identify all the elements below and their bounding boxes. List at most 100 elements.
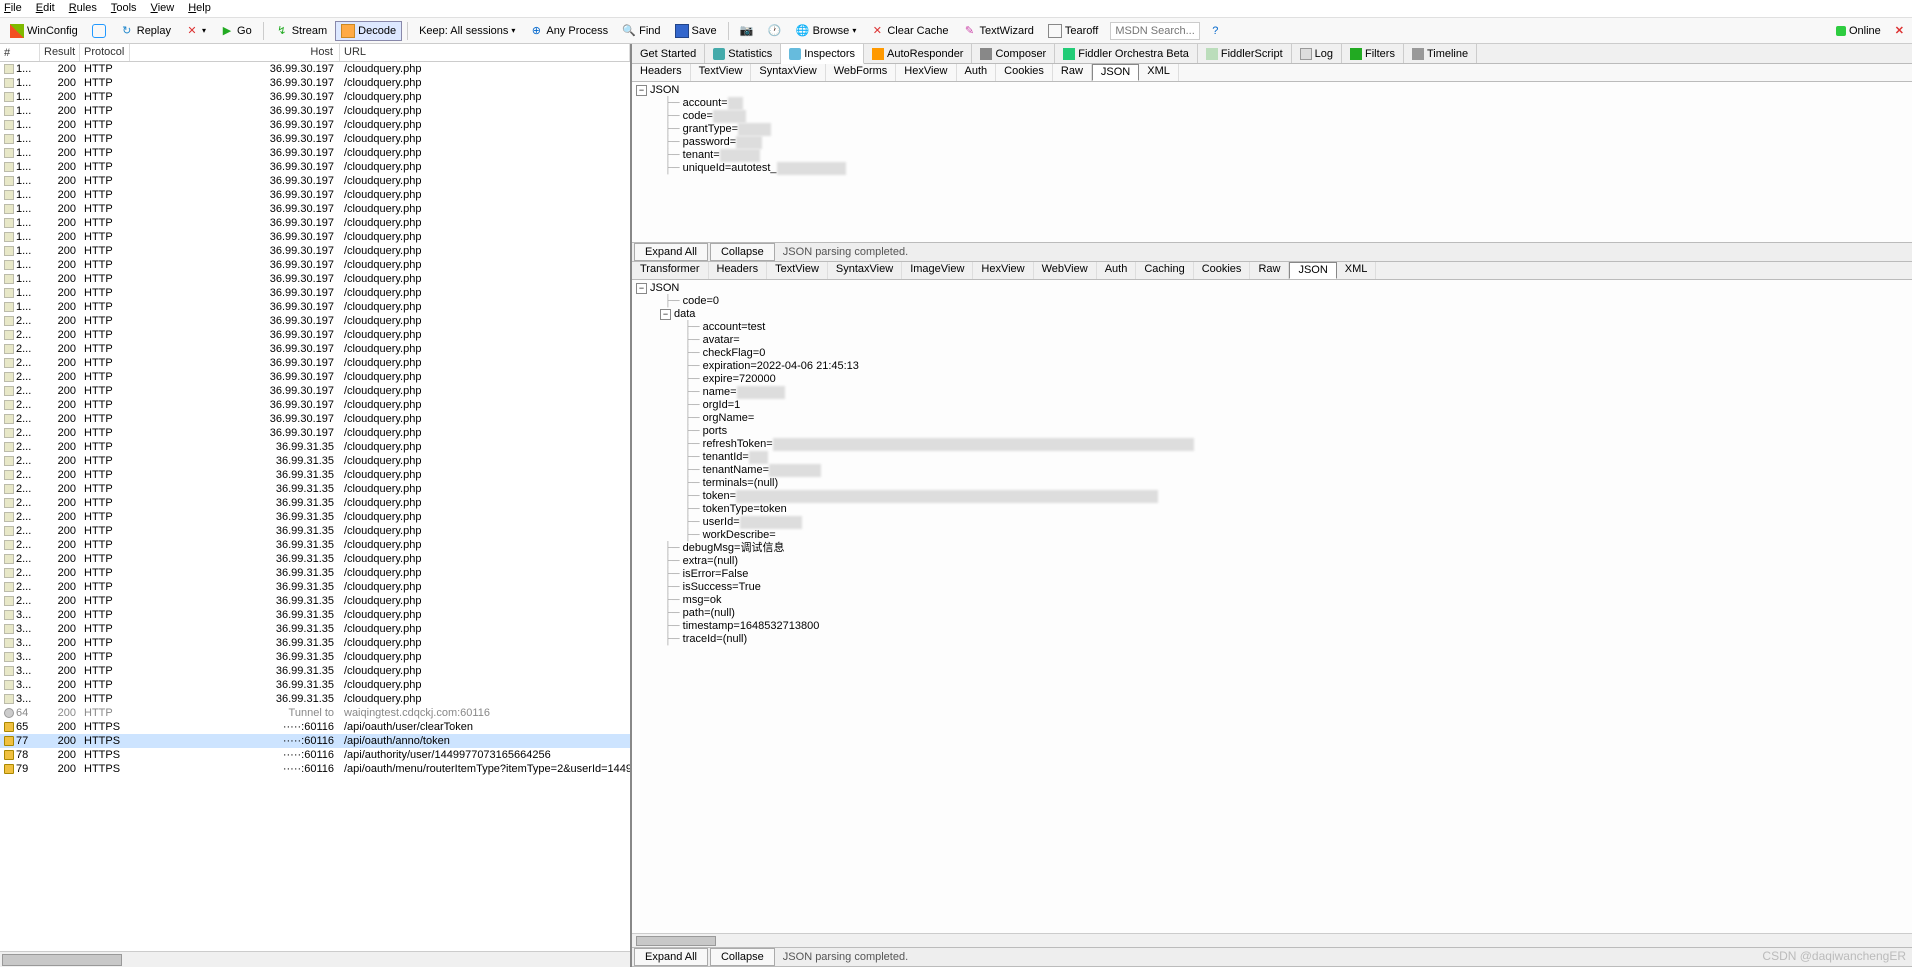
- go-button[interactable]: ▶Go: [214, 21, 258, 41]
- resptab-xml[interactable]: XML: [1337, 262, 1377, 279]
- tab-composer[interactable]: Composer: [972, 44, 1055, 63]
- session-row[interactable]: 1...200HTTP36.99.30.197/cloudquery.php: [0, 146, 630, 160]
- reqtab-cookies[interactable]: Cookies: [996, 64, 1053, 81]
- session-row[interactable]: 2...200HTTP36.99.31.35/cloudquery.php: [0, 510, 630, 524]
- request-json-pane[interactable]: −JSON├─ account=···├─ code=········├─ gr…: [632, 82, 1912, 242]
- session-row[interactable]: 65200HTTPS·····:60116/api/oauth/user/cle…: [0, 720, 630, 734]
- reqtab-xml[interactable]: XML: [1139, 64, 1179, 81]
- response-json-pane[interactable]: −JSON├─ code=0−data├─ account=test├─ ava…: [632, 280, 1912, 933]
- reqtab-syntaxview[interactable]: SyntaxView: [751, 64, 825, 81]
- anyprocess-button[interactable]: ⊕Any Process: [523, 21, 614, 41]
- session-row[interactable]: 1...200HTTP36.99.30.197/cloudquery.php: [0, 76, 630, 90]
- reqtab-webforms[interactable]: WebForms: [826, 64, 897, 81]
- session-row[interactable]: 78200HTTPS·····:60116/api/authority/user…: [0, 748, 630, 762]
- session-row[interactable]: 1...200HTTP36.99.30.197/cloudquery.php: [0, 286, 630, 300]
- tab-log[interactable]: Log: [1292, 44, 1342, 63]
- session-row[interactable]: 2...200HTTP36.99.31.35/cloudquery.php: [0, 552, 630, 566]
- session-row[interactable]: 3...200HTTP36.99.31.35/cloudquery.php: [0, 692, 630, 706]
- browse-button[interactable]: 🌐Browse▾: [790, 21, 863, 41]
- tab-timeline[interactable]: Timeline: [1404, 44, 1477, 63]
- comment-button[interactable]: [86, 21, 112, 41]
- session-row[interactable]: 64200HTTPTunnel towaiqingtest.cdqckj.com…: [0, 706, 630, 720]
- session-row[interactable]: 3...200HTTP36.99.31.35/cloudquery.php: [0, 678, 630, 692]
- session-row[interactable]: 2...200HTTP36.99.30.197/cloudquery.php: [0, 342, 630, 356]
- sessions-hscroll[interactable]: [0, 951, 630, 967]
- resptab-caching[interactable]: Caching: [1136, 262, 1193, 279]
- session-row[interactable]: 1...200HTTP36.99.30.197/cloudquery.php: [0, 272, 630, 286]
- replay-button[interactable]: ↻Replay: [114, 21, 177, 41]
- response-hscroll[interactable]: [632, 933, 1912, 947]
- stream-button[interactable]: ↯Stream: [269, 21, 333, 41]
- session-row[interactable]: 2...200HTTP36.99.31.35/cloudquery.php: [0, 538, 630, 552]
- resptab-hexview[interactable]: HexView: [973, 262, 1033, 279]
- session-row[interactable]: 1...200HTTP36.99.30.197/cloudquery.php: [0, 104, 630, 118]
- session-row[interactable]: 1...200HTTP36.99.30.197/cloudquery.php: [0, 230, 630, 244]
- menu-tools[interactable]: Tools: [111, 2, 137, 15]
- tearoff-button[interactable]: Tearoff: [1042, 21, 1104, 41]
- tab-filters[interactable]: Filters: [1342, 44, 1404, 63]
- msdn-search-input[interactable]: [1110, 22, 1200, 40]
- tab-fiddlerscript[interactable]: FiddlerScript: [1198, 44, 1292, 63]
- menu-edit[interactable]: Edit: [36, 2, 55, 15]
- tab-get-started[interactable]: Get Started: [632, 44, 705, 63]
- resptab-textview[interactable]: TextView: [767, 262, 828, 279]
- keep-sessions-button[interactable]: Keep: All sessions▾: [413, 22, 521, 40]
- col-num[interactable]: #: [0, 44, 40, 61]
- session-row[interactable]: 1...200HTTP36.99.30.197/cloudquery.php: [0, 188, 630, 202]
- tree-toggle[interactable]: −: [636, 283, 647, 294]
- find-button[interactable]: 🔍Find: [616, 21, 666, 41]
- session-row[interactable]: 2...200HTTP36.99.31.35/cloudquery.php: [0, 496, 630, 510]
- reqtab-headers[interactable]: Headers: [632, 64, 691, 81]
- session-row[interactable]: 2...200HTTP36.99.31.35/cloudquery.php: [0, 594, 630, 608]
- close-button[interactable]: ✕: [1891, 24, 1908, 37]
- reqtab-hexview[interactable]: HexView: [896, 64, 956, 81]
- resptab-syntaxview[interactable]: SyntaxView: [828, 262, 902, 279]
- session-row[interactable]: 3...200HTTP36.99.31.35/cloudquery.php: [0, 664, 630, 678]
- col-result[interactable]: Result: [40, 44, 80, 61]
- session-row[interactable]: 79200HTTPS·····:60116/api/oauth/menu/rou…: [0, 762, 630, 776]
- decode-button[interactable]: Decode: [335, 21, 402, 41]
- session-row[interactable]: 2...200HTTP36.99.30.197/cloudquery.php: [0, 356, 630, 370]
- resptab-headers[interactable]: Headers: [709, 262, 768, 279]
- session-row[interactable]: 2...200HTTP36.99.31.35/cloudquery.php: [0, 482, 630, 496]
- tree-toggle[interactable]: −: [660, 309, 671, 320]
- col-host[interactable]: Host: [130, 44, 340, 61]
- textwizard-button[interactable]: ✎TextWizard: [956, 21, 1039, 41]
- session-row[interactable]: 1...200HTTP36.99.30.197/cloudquery.php: [0, 300, 630, 314]
- reqtab-textview[interactable]: TextView: [691, 64, 752, 81]
- session-row[interactable]: 1...200HTTP36.99.30.197/cloudquery.php: [0, 132, 630, 146]
- session-row[interactable]: 1...200HTTP36.99.30.197/cloudquery.php: [0, 90, 630, 104]
- tab-fiddler-orchestra-beta[interactable]: Fiddler Orchestra Beta: [1055, 44, 1198, 63]
- session-row[interactable]: 3...200HTTP36.99.31.35/cloudquery.php: [0, 636, 630, 650]
- session-row[interactable]: 1...200HTTP36.99.30.197/cloudquery.php: [0, 258, 630, 272]
- session-row[interactable]: 3...200HTTP36.99.31.35/cloudquery.php: [0, 650, 630, 664]
- resptab-transformer[interactable]: Transformer: [632, 262, 709, 279]
- session-row[interactable]: 2...200HTTP36.99.30.197/cloudquery.php: [0, 370, 630, 384]
- tree-toggle[interactable]: −: [636, 85, 647, 96]
- collapse-button-2[interactable]: Collapse: [710, 948, 775, 966]
- menu-help[interactable]: Help: [188, 2, 211, 15]
- session-row[interactable]: 2...200HTTP36.99.31.35/cloudquery.php: [0, 454, 630, 468]
- session-row[interactable]: 2...200HTTP36.99.30.197/cloudquery.php: [0, 384, 630, 398]
- session-row[interactable]: 1...200HTTP36.99.30.197/cloudquery.php: [0, 118, 630, 132]
- col-protocol[interactable]: Protocol: [80, 44, 130, 61]
- clearcache-button[interactable]: ✕Clear Cache: [864, 21, 954, 41]
- sessions-list[interactable]: 1...200HTTP36.99.30.197/cloudquery.php1.…: [0, 62, 630, 951]
- session-row[interactable]: 2...200HTTP36.99.30.197/cloudquery.php: [0, 426, 630, 440]
- session-row[interactable]: 3...200HTTP36.99.31.35/cloudquery.php: [0, 608, 630, 622]
- session-row[interactable]: 2...200HTTP36.99.30.197/cloudquery.php: [0, 398, 630, 412]
- session-row[interactable]: 2...200HTTP36.99.31.35/cloudquery.php: [0, 566, 630, 580]
- reqtab-auth[interactable]: Auth: [957, 64, 997, 81]
- session-row[interactable]: 3...200HTTP36.99.31.35/cloudquery.php: [0, 622, 630, 636]
- help-button[interactable]: ?: [1202, 21, 1228, 41]
- session-row[interactable]: 2...200HTTP36.99.31.35/cloudquery.php: [0, 580, 630, 594]
- session-row[interactable]: 1...200HTTP36.99.30.197/cloudquery.php: [0, 160, 630, 174]
- reqtab-raw[interactable]: Raw: [1053, 64, 1092, 81]
- session-row[interactable]: 1...200HTTP36.99.30.197/cloudquery.php: [0, 174, 630, 188]
- expand-all-button-2[interactable]: Expand All: [634, 948, 708, 966]
- timer-button[interactable]: 🕐: [762, 21, 788, 41]
- col-url[interactable]: URL: [340, 44, 630, 61]
- session-row[interactable]: 2...200HTTP36.99.30.197/cloudquery.php: [0, 314, 630, 328]
- reqtab-json[interactable]: JSON: [1092, 64, 1139, 81]
- resptab-json[interactable]: JSON: [1289, 262, 1336, 279]
